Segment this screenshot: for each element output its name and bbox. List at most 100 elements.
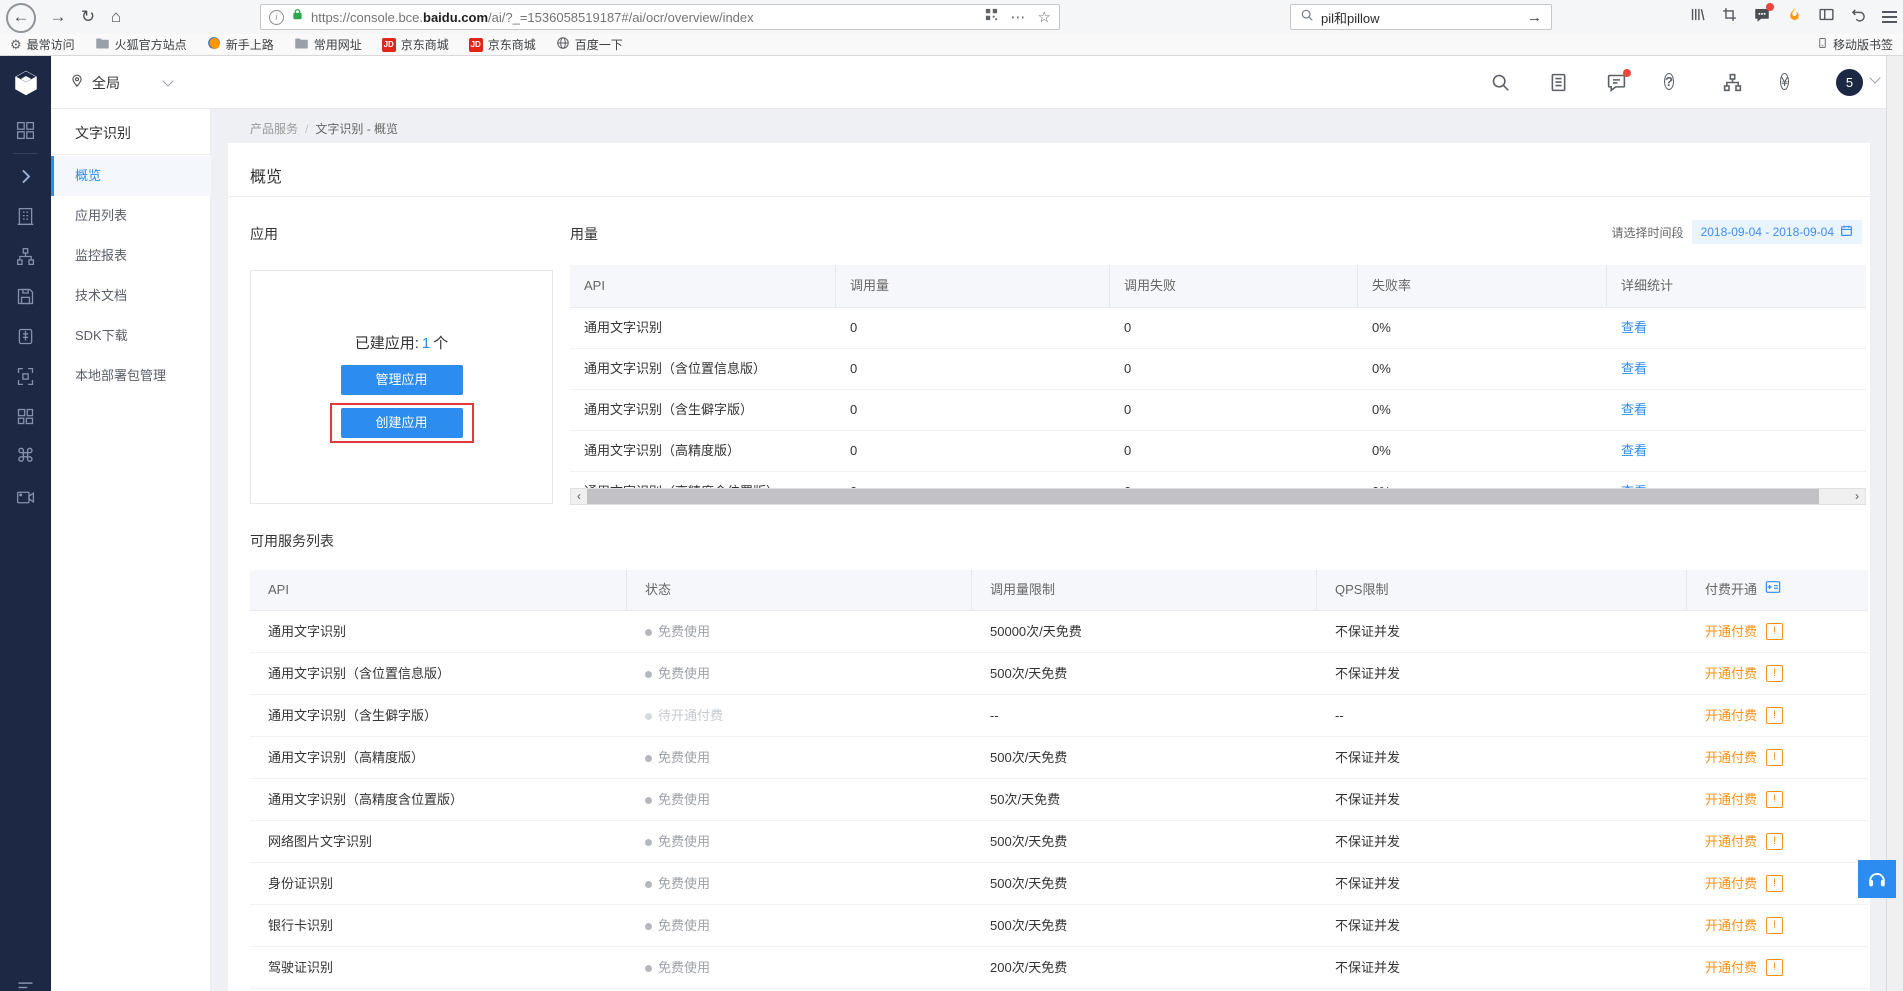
enable-billing-link[interactable]: 开通付费 [1705,947,1757,988]
library-icon[interactable] [1689,6,1706,28]
enable-billing-link[interactable]: 开通付费 [1705,863,1757,904]
avatar-chevron-icon[interactable] [1869,72,1881,84]
reload-button-icon[interactable]: ↻ [74,3,102,31]
command-icon[interactable]: ⌘ [15,446,36,467]
avatar[interactable]: 5 [1836,69,1863,96]
support-headset-button[interactable] [1858,860,1896,898]
enable-billing-link[interactable]: 开通付费 [1705,611,1757,652]
horizontal-scrollbar[interactable]: ‹ › [570,488,1866,505]
billing-icon[interactable]: ¥ [1780,73,1802,95]
sidebar-item-sdk-download[interactable]: SDK下载 [51,316,211,356]
sitemap-icon[interactable] [1722,72,1744,94]
fee-info-icon[interactable]: ! [1766,959,1784,976]
bookmark-star-icon[interactable]: ☆ [1038,10,1051,25]
quota-limit: 500次/天免费 [990,750,1068,765]
fee-info-icon[interactable]: ! [1766,749,1784,766]
qr-page-icon[interactable] [984,7,999,27]
forward-button-icon[interactable]: → [44,3,72,31]
view-details-link[interactable]: 查看 [1621,443,1647,458]
database-doc-icon[interactable] [15,326,36,347]
flame-icon[interactable] [1786,6,1803,28]
undo-icon[interactable] [1850,6,1867,28]
region-selector[interactable]: 全局 [70,56,174,109]
bookmark-common-sites[interactable]: 常用网址 [294,36,362,53]
date-range-picker[interactable]: 2018-09-04 - 2018-09-04 [1691,220,1862,244]
create-app-button[interactable]: 创建应用 [340,407,463,438]
bookmarks-bar: ⚙ 最常访问 火狐官方站点 新手上路 常用网址 JD 京东商城 JD 京东商城 百度一… [0,34,1903,56]
address-bar[interactable]: i https://console.bce.baidu.com/ai/?_=15… [260,4,1060,30]
browser-scrollbar[interactable] [1886,56,1903,991]
scroll-right-arrow[interactable]: › [1849,489,1865,504]
bookmark-jd-2[interactable]: JD 京东商城 [468,36,536,53]
bookmark-firefox-official[interactable]: 火狐官方站点 [95,36,187,53]
view-details-link[interactable]: 查看 [1621,402,1647,417]
expand-chevron-icon[interactable] [15,166,36,187]
back-button-icon[interactable]: ← [6,3,36,33]
toolbar-icons [1689,0,1897,34]
qps-limit: 不保证并发 [1335,918,1401,933]
search-go-icon[interactable]: → [1527,9,1542,26]
api-name: 通用文字识别 [584,320,663,335]
sidebar-panel-icon[interactable] [1818,6,1835,28]
fee-info-icon[interactable]: ! [1766,791,1784,808]
breadcrumb-root[interactable]: 产品服务 [250,122,298,136]
status-badge: 免费使用 [645,876,710,891]
gear-icon: ⚙ [10,37,22,52]
page-actions-icon[interactable]: ⋯ [1011,10,1026,25]
enable-billing-link[interactable]: 开通付费 [1705,695,1757,736]
qps-limit: 不保证并发 [1335,834,1401,849]
enable-billing-link[interactable]: 开通付费 [1705,779,1757,820]
sidebar-item-tech-docs[interactable]: 技术文档 [51,276,211,316]
qps-limit: 不保证并发 [1335,624,1401,639]
fee-info-icon[interactable]: ! [1766,665,1784,682]
view-details-link[interactable]: 查看 [1621,320,1647,335]
building-icon[interactable] [15,206,36,227]
video-camera-icon[interactable] [15,487,36,508]
screenshot-icon[interactable] [1721,6,1738,28]
fee-info-icon[interactable]: ! [1766,833,1784,850]
mobile-bookmarks[interactable]: 移动版书签 [1817,36,1893,53]
grid-alt-icon[interactable] [15,406,36,427]
fee-info-icon[interactable]: ! [1766,623,1784,640]
chat-icon[interactable] [1753,2,1774,29]
enable-billing-link[interactable]: 开通付费 [1705,737,1757,778]
network-icon[interactable] [15,246,36,267]
fee-info-icon[interactable]: ! [1766,875,1784,892]
breadcrumb: 产品服务 / 文字识别 - 概览 [250,122,399,136]
floppy-disk-icon[interactable] [15,286,36,307]
bookmark-jd-1[interactable]: JD 京东商城 [381,36,449,53]
billing-calculator-icon[interactable] [1765,570,1781,610]
manage-app-button[interactable]: 管理应用 [340,364,463,395]
docs-icon[interactable] [1548,72,1570,94]
sidebar-item-monitor-report[interactable]: 监控报表 [51,236,211,276]
bookmark-most-visited[interactable]: ⚙ 最常访问 [10,36,75,53]
scroll-left-arrow[interactable]: ‹ [571,489,587,504]
sidebar-item-overview[interactable]: 概览 [51,156,211,196]
view-details-link[interactable]: 查看 [1621,361,1647,376]
fee-info-icon[interactable]: ! [1766,707,1784,724]
frame-brackets-icon[interactable] [15,366,36,387]
scrollbar-thumb[interactable] [587,489,1819,504]
sidebar-item-app-list[interactable]: 应用列表 [51,196,211,236]
help-icon[interactable]: ? [1664,73,1686,95]
enable-billing-link[interactable]: 开通付费 [1705,653,1757,694]
bookmark-baidu[interactable]: 百度一下 [556,36,623,53]
quota-limit: 200次/天免费 [990,960,1068,975]
failure-count: 0 [1124,402,1132,417]
site-info-icon[interactable]: i [269,9,284,25]
sidebar-item-local-deploy[interactable]: 本地部署包管理 [51,356,211,396]
dashboard-grid-icon[interactable] [15,120,36,141]
baidu-cloud-logo[interactable] [0,56,51,109]
bookmark-getting-started[interactable]: 新手上路 [207,36,274,53]
enable-billing-link[interactable]: 开通付费 [1705,821,1757,862]
console-search-icon[interactable] [1490,72,1512,94]
service-name: 通用文字识别（含生僻字版） [268,708,438,723]
status-badge: 免费使用 [645,834,710,849]
messages-icon[interactable] [1606,69,1631,94]
enable-billing-link[interactable]: 开通付费 [1705,905,1757,946]
list-sort-icon[interactable] [15,977,36,991]
home-button-icon[interactable]: ⌂ [102,3,130,31]
menu-icon[interactable] [1882,16,1897,18]
search-bar[interactable]: pil和pillow → [1290,4,1552,30]
fee-info-icon[interactable]: ! [1766,917,1784,934]
